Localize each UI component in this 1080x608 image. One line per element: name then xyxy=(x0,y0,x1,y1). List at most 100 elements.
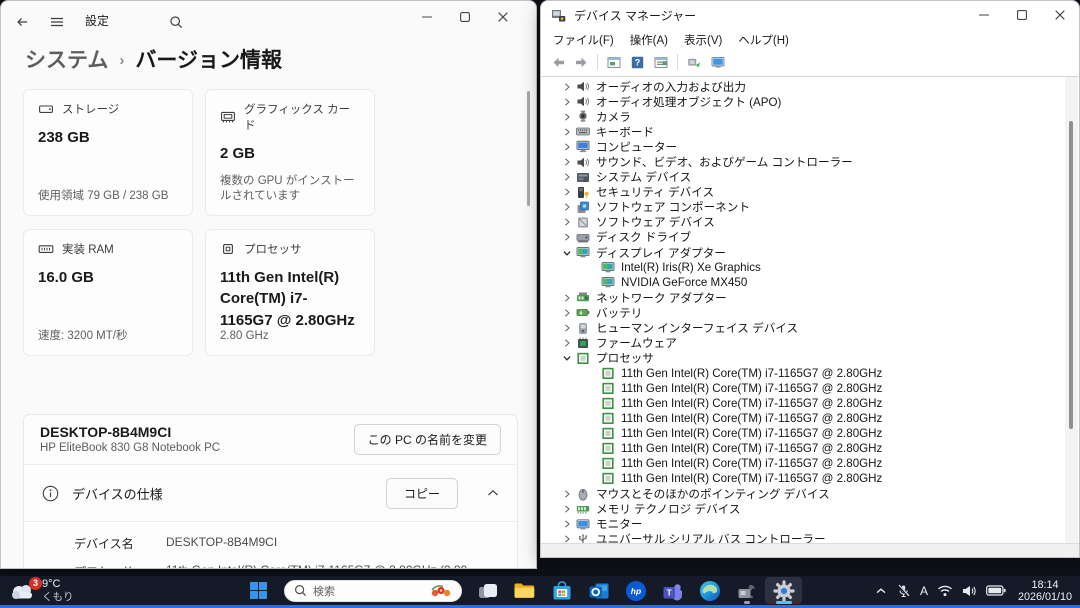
chevron-right-icon[interactable] xyxy=(560,140,574,153)
maximize-button[interactable] xyxy=(446,3,484,31)
battery-icon[interactable] xyxy=(986,585,1006,596)
hidden-icons-chevron[interactable] xyxy=(875,587,887,595)
tree-item[interactable]: 11th Gen Intel(R) Core(TM) i7-1165G7 @ 2… xyxy=(542,381,1078,396)
tree-item[interactable]: 11th Gen Intel(R) Core(TM) i7-1165G7 @ 2… xyxy=(542,411,1078,426)
tree-item[interactable]: 11th Gen Intel(R) Core(TM) i7-1165G7 @ 2… xyxy=(542,441,1078,456)
tree-item[interactable]: ソフトウェア デバイス xyxy=(542,215,1078,230)
tree-item[interactable]: キーボード xyxy=(542,124,1078,139)
breadcrumb-system[interactable]: システム xyxy=(25,44,108,74)
tree-item[interactable]: カメラ xyxy=(542,109,1078,124)
rename-pc-button[interactable]: この PC の名前を変更 xyxy=(354,424,501,455)
taskbar-settings-button[interactable] xyxy=(765,577,802,604)
scan-hardware-changes-icon[interactable] xyxy=(686,55,702,70)
close-button[interactable] xyxy=(484,3,522,31)
back-button[interactable] xyxy=(9,9,35,35)
chevron-right-icon[interactable] xyxy=(560,80,574,93)
tree-item[interactable]: NVIDIA GeForce MX450 xyxy=(542,275,1078,290)
chevron-right-icon[interactable] xyxy=(560,110,574,123)
minimize-button[interactable] xyxy=(408,3,446,31)
menu-item-3[interactable]: ヘルプ(H) xyxy=(730,30,796,49)
tree-item[interactable]: バッテリ xyxy=(542,305,1078,320)
tree-item[interactable]: セキュリティ デバイス xyxy=(542,185,1078,200)
taskbar-file-explorer-button[interactable] xyxy=(506,577,543,604)
clock[interactable]: 18:14 2026/01/10 xyxy=(1018,579,1072,603)
chevron-up-icon[interactable] xyxy=(487,489,499,497)
menu-item-0[interactable]: ファイル(F) xyxy=(545,30,622,49)
tree-item[interactable]: ヒューマン インターフェイス デバイス xyxy=(542,321,1078,336)
taskbar-start-button[interactable] xyxy=(240,577,277,604)
tree-item[interactable]: システム デバイス xyxy=(542,170,1078,185)
taskbar-microsoft-store-button[interactable] xyxy=(543,577,580,604)
tree-item[interactable]: ディスク ドライブ xyxy=(542,230,1078,245)
minimize-button[interactable] xyxy=(965,1,1003,29)
copy-button[interactable]: コピー xyxy=(386,478,458,509)
graphics-card-icon xyxy=(220,109,236,125)
chevron-right-icon[interactable] xyxy=(560,171,574,184)
help-icon[interactable]: ? xyxy=(630,55,645,70)
tree-item[interactable]: モニター xyxy=(542,517,1078,532)
tree-item[interactable]: 11th Gen Intel(R) Core(TM) i7-1165G7 @ 2… xyxy=(542,396,1078,411)
maximize-button[interactable] xyxy=(1003,1,1041,29)
menu-item-1[interactable]: 操作(A) xyxy=(622,30,676,49)
chevron-right-icon[interactable] xyxy=(560,322,574,335)
chevron-right-icon[interactable] xyxy=(560,291,574,304)
tree-item[interactable]: 11th Gen Intel(R) Core(TM) i7-1165G7 @ 2… xyxy=(542,456,1078,471)
tree-item[interactable]: プロセッサ xyxy=(542,351,1078,366)
tree-item[interactable]: Intel(R) Iris(R) Xe Graphics xyxy=(542,260,1078,275)
running-indicator xyxy=(744,601,750,604)
taskbar-search-box[interactable]: 検索 xyxy=(284,580,462,602)
properties-icon[interactable] xyxy=(653,55,669,70)
device-spec-header[interactable]: デバイスの仕様 コピー xyxy=(24,465,517,522)
tree-item[interactable]: 11th Gen Intel(R) Core(TM) i7-1165G7 @ 2… xyxy=(542,471,1078,486)
tree-item[interactable]: マウスとそのほかのポインティング デバイス xyxy=(542,487,1078,502)
taskbar-task-view-button[interactable] xyxy=(469,577,506,604)
tree-item[interactable]: 11th Gen Intel(R) Core(TM) i7-1165G7 @ 2… xyxy=(542,366,1078,381)
chevron-right-icon[interactable] xyxy=(560,201,574,214)
back-icon[interactable] xyxy=(551,56,566,69)
weather-widget[interactable]: 3 9°C くもり xyxy=(8,578,74,603)
taskbar-outlook-button[interactable] xyxy=(580,577,617,604)
taskbar-teams-button[interactable]: T xyxy=(654,577,691,604)
chevron-right-icon[interactable] xyxy=(560,337,574,350)
tree-item[interactable]: コンピューター xyxy=(542,139,1078,154)
tree-item[interactable]: 11th Gen Intel(R) Core(TM) i7-1165G7 @ 2… xyxy=(542,426,1078,441)
tree-item[interactable]: ファームウェア xyxy=(542,336,1078,351)
chevron-right-icon[interactable] xyxy=(560,518,574,531)
settings-scrollbar[interactable] xyxy=(527,91,530,206)
tree-item[interactable]: ソフトウェア コンポーネント xyxy=(542,200,1078,215)
chevron-right-icon[interactable] xyxy=(560,488,574,501)
console-tree-icon[interactable] xyxy=(606,55,622,70)
wifi-icon[interactable] xyxy=(937,584,953,597)
chevron-right-icon[interactable] xyxy=(560,231,574,244)
taskbar-hp-button[interactable]: hp xyxy=(617,577,654,604)
tree-item[interactable]: メモリ テクノロジ デバイス xyxy=(542,502,1078,517)
tree-scrollbar-thumb[interactable] xyxy=(1069,121,1073,429)
microphone-muted-icon[interactable] xyxy=(896,584,911,598)
devices-monitor-icon[interactable] xyxy=(710,55,726,70)
taskbar-edge-button[interactable] xyxy=(691,577,728,604)
tree-item[interactable]: ディスプレイ アダプター xyxy=(542,245,1078,260)
navigation-menu-button[interactable] xyxy=(43,9,69,35)
chevron-right-icon[interactable] xyxy=(560,156,574,169)
ime-mode-indicator[interactable]: A xyxy=(920,584,928,598)
memory-icon xyxy=(576,503,591,516)
tree-item[interactable]: オーディオの入力および出力 xyxy=(542,79,1078,94)
tree-scrollbar[interactable] xyxy=(1065,77,1078,544)
tree-item[interactable]: オーディオ処理オブジェクト (APO) xyxy=(542,94,1078,109)
chevron-right-icon[interactable] xyxy=(560,503,574,516)
chevron-right-icon[interactable] xyxy=(560,306,574,319)
close-button[interactable] xyxy=(1041,1,1079,29)
chevron-down-icon[interactable] xyxy=(560,352,574,365)
chevron-down-icon[interactable] xyxy=(560,246,574,259)
taskbar-device-manager-button[interactable] xyxy=(728,577,765,604)
chevron-right-icon[interactable] xyxy=(560,125,574,138)
tree-item[interactable]: サウンド、ビデオ、およびゲーム コントローラー xyxy=(542,154,1078,169)
search-button[interactable] xyxy=(163,9,189,35)
chevron-right-icon[interactable] xyxy=(560,95,574,108)
forward-icon[interactable] xyxy=(574,56,589,69)
tree-item[interactable]: ネットワーク アダプター xyxy=(542,290,1078,305)
menu-item-2[interactable]: 表示(V) xyxy=(676,30,730,49)
chevron-right-icon[interactable] xyxy=(560,186,574,199)
volume-icon[interactable] xyxy=(962,585,977,597)
chevron-right-icon[interactable] xyxy=(560,216,574,229)
